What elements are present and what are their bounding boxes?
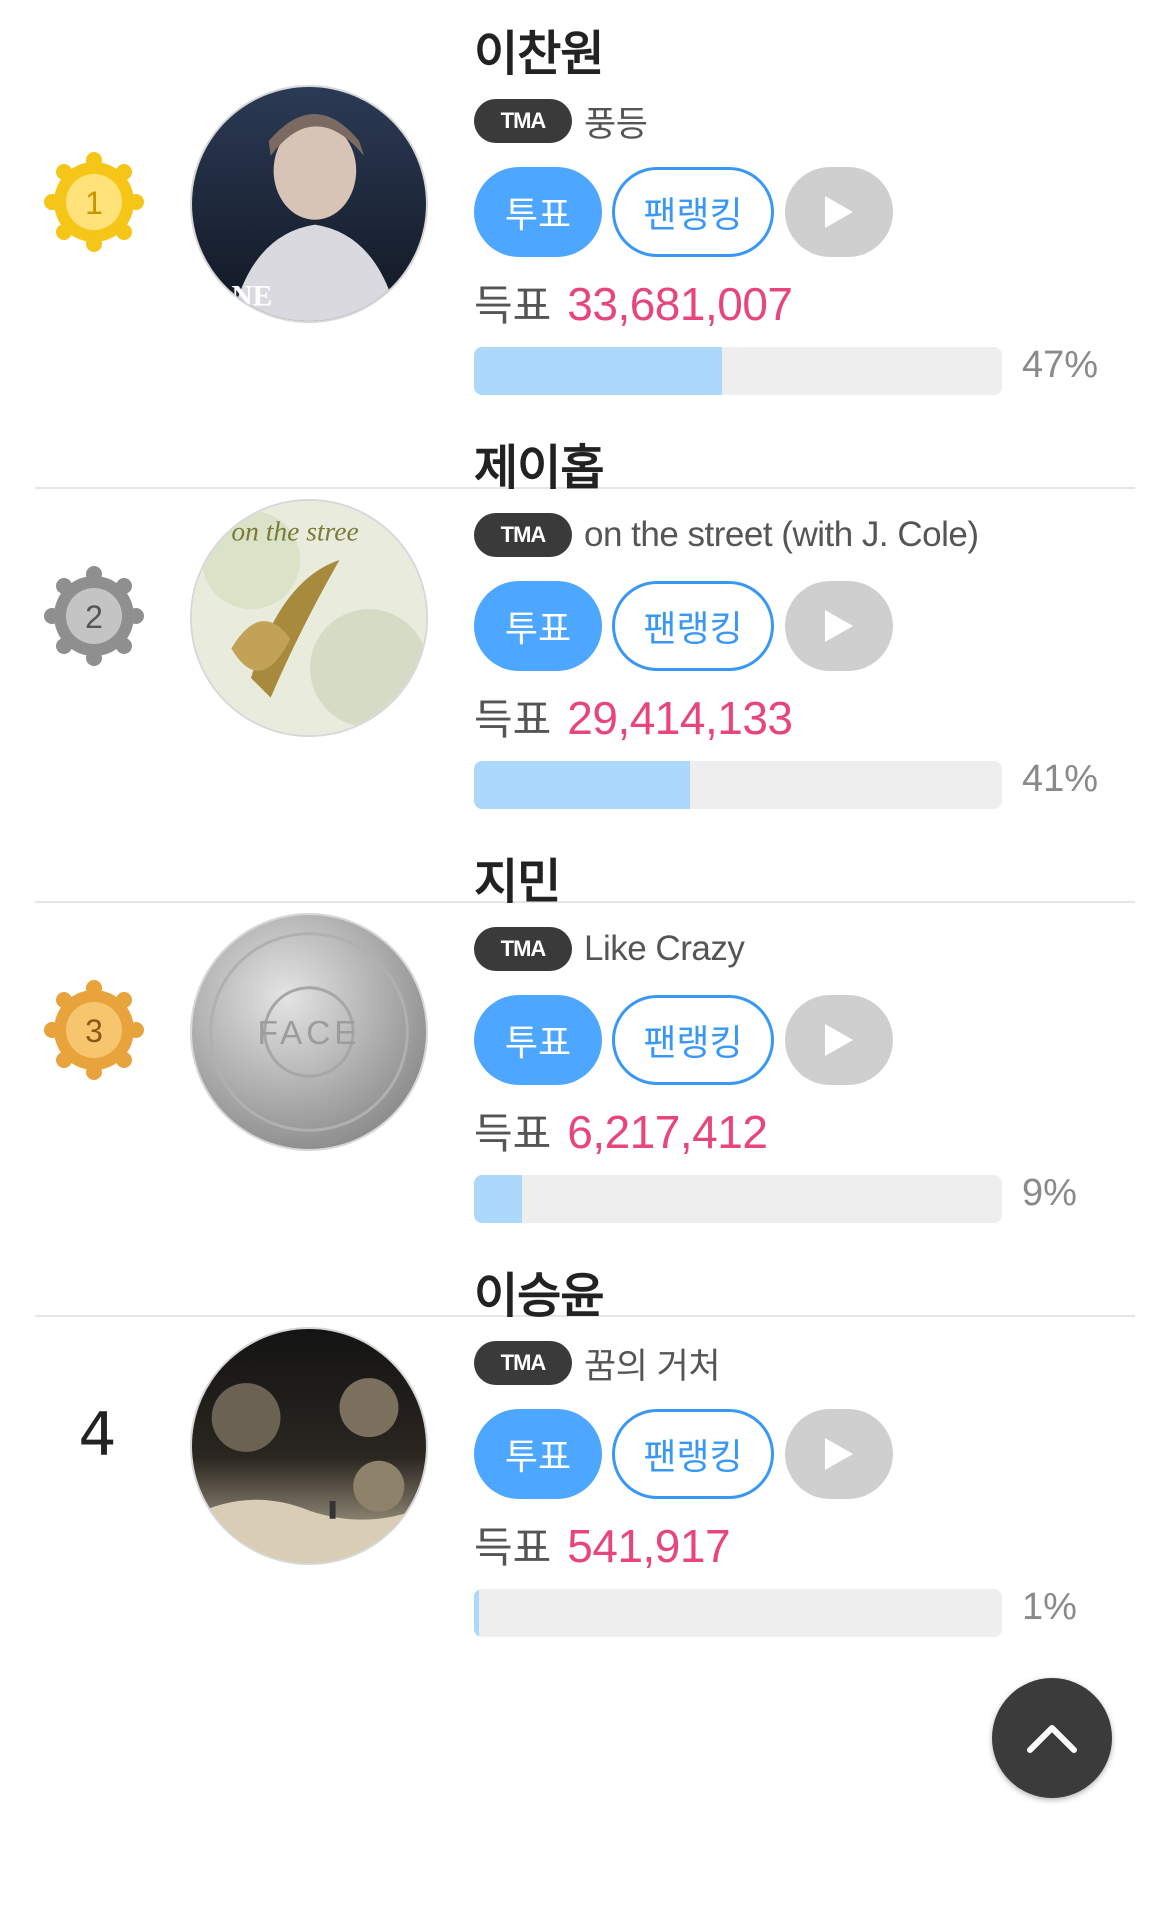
play-button[interactable] (785, 581, 893, 671)
vote-progress-fill (474, 347, 723, 395)
vote-button[interactable]: 투표 (474, 995, 602, 1085)
rank-number: 3 (85, 1013, 103, 1049)
vote-percent: 9% (1022, 1172, 1077, 1214)
votes-label: 득표 (474, 1523, 552, 1572)
play-button[interactable] (785, 995, 893, 1085)
vote-count-row: 득표 29,414,133 (474, 686, 793, 747)
vote-progress-fill (474, 1175, 522, 1223)
song-row: TMA 꿈의 거처 (474, 1338, 721, 1388)
vote-button[interactable]: 투표 (474, 581, 602, 671)
tma-badge: TMA (474, 1341, 572, 1385)
artist-name: 지민 (474, 854, 561, 910)
vote-count-row: 득표 541,917 (474, 1514, 731, 1575)
song-title: 꿈의 거처 (584, 1346, 721, 1386)
vote-progress-fill (474, 761, 691, 809)
votes-count: 6,217,412 (567, 1106, 768, 1158)
play-icon (825, 1438, 853, 1470)
vote-button[interactable]: 투표 (474, 167, 602, 257)
play-icon (825, 196, 853, 228)
vote-count-row: 득표 6,217,412 (474, 1100, 768, 1161)
svg-text:on the stree: on the stree (231, 515, 358, 546)
rank-number: 4 (78, 1400, 117, 1470)
vote-progress-bar (474, 347, 1002, 395)
tma-badge: TMA (474, 99, 572, 143)
vote-progress-bar (474, 1589, 1002, 1637)
song-row: TMA 풍등 (474, 96, 648, 146)
votes-label: 득표 (474, 695, 552, 744)
album-cover[interactable]: NE (190, 85, 428, 323)
vote-button[interactable]: 투표 (474, 1409, 602, 1499)
vote-progress-bar (474, 1175, 1002, 1223)
song-title: Like Crazy (584, 929, 745, 968)
fan-ranking-button[interactable]: 팬랭킹 (612, 167, 774, 257)
fan-ranking-button[interactable]: 팬랭킹 (612, 581, 774, 671)
rank-number: 1 (85, 185, 103, 221)
play-button[interactable] (785, 1409, 893, 1499)
rank-number: 2 (85, 599, 103, 635)
fan-ranking-button[interactable]: 팬랭킹 (612, 1409, 774, 1499)
vote-percent: 41% (1022, 758, 1099, 800)
votes-label: 득표 (474, 281, 552, 330)
svg-text:NE: NE (231, 280, 272, 312)
artist-name: 이승윤 (474, 1268, 604, 1324)
album-cover[interactable]: FACE (190, 913, 428, 1151)
votes-count: 541,917 (567, 1520, 731, 1572)
tma-badge: TMA (474, 513, 572, 557)
tma-badge: TMA (474, 927, 572, 971)
vote-count-row: 득표 33,681,007 (474, 272, 793, 333)
votes-label: 득표 (474, 1109, 552, 1158)
votes-count: 33,681,007 (567, 278, 793, 330)
song-row: TMA on the street (with J. Cole) (474, 510, 979, 560)
play-button[interactable] (785, 167, 893, 257)
svg-text:FACE: FACE (258, 1015, 361, 1052)
silver-medal-icon: 2 (44, 566, 144, 666)
vote-percent: 47% (1022, 344, 1099, 386)
song-title: 풍등 (584, 104, 648, 144)
song-row: TMA Like Crazy (474, 924, 745, 974)
play-icon (825, 1024, 853, 1056)
artist-name: 이찬원 (474, 26, 604, 82)
vote-progress-bar (474, 761, 1002, 809)
fan-ranking-button[interactable]: 팬랭킹 (612, 995, 774, 1085)
gold-medal-icon: 1 (44, 152, 144, 252)
album-cover[interactable] (190, 1327, 428, 1565)
scroll-to-top-button[interactable] (992, 1678, 1112, 1798)
album-cover[interactable]: on the stree (190, 499, 428, 737)
vote-percent: 1% (1022, 1586, 1077, 1628)
song-title: on the street (with J. Cole) (584, 515, 979, 554)
ranking-item-4: 4 이승윤 TMA 꿈의 거처 투표 팬랭킹 득표 541,917 1% (0, 1242, 1170, 1748)
play-icon (825, 610, 853, 642)
artist-name: 제이홉 (474, 440, 604, 496)
bronze-medal-icon: 3 (44, 980, 144, 1080)
votes-count: 29,414,133 (567, 692, 793, 744)
chevron-up-icon (1027, 1725, 1077, 1753)
vote-progress-fill (474, 1589, 480, 1637)
